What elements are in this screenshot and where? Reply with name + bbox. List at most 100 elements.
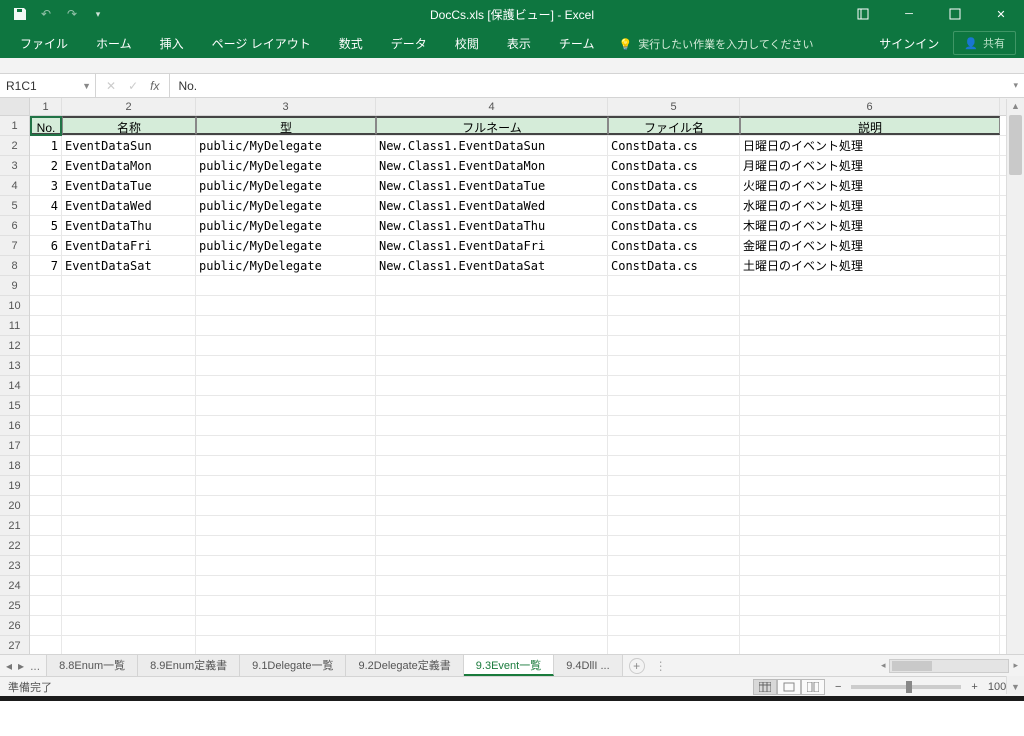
row-header[interactable]: 8 — [0, 256, 29, 276]
zoom-in-button[interactable]: + — [971, 681, 977, 693]
row-header[interactable]: 11 — [0, 316, 29, 336]
cell[interactable] — [376, 576, 608, 595]
cell[interactable]: New.Class1.EventDataTue — [376, 176, 608, 195]
cell[interactable]: EventDataThu — [62, 216, 196, 235]
zoom-out-button[interactable]: − — [835, 681, 841, 693]
name-box[interactable]: R1C1 ▼ — [0, 74, 96, 97]
cell[interactable] — [30, 436, 62, 455]
cell[interactable]: New.Class1.EventDataSun — [376, 136, 608, 155]
cell[interactable] — [196, 496, 376, 515]
row-header[interactable]: 1 — [0, 116, 29, 136]
cell[interactable] — [30, 416, 62, 435]
cell[interactable] — [30, 336, 62, 355]
row-header[interactable]: 20 — [0, 496, 29, 516]
ribbon-tab-2[interactable]: 挿入 — [146, 29, 198, 58]
cell[interactable] — [740, 296, 1000, 315]
cell[interactable] — [740, 636, 1000, 654]
sheet-tab[interactable]: 9.2Delegate定義書 — [346, 655, 463, 676]
cell[interactable]: 2 — [30, 156, 62, 175]
cell[interactable] — [376, 636, 608, 654]
cell[interactable] — [62, 476, 196, 495]
share-button[interactable]: 👤 共有 — [953, 31, 1016, 55]
table-header-cell[interactable]: ファイル名 — [608, 116, 740, 135]
cell[interactable]: public/MyDelegate — [196, 256, 376, 275]
cell[interactable] — [62, 596, 196, 615]
cell[interactable] — [376, 536, 608, 555]
sheet-tab[interactable]: 8.8Enum一覧 — [47, 655, 138, 676]
row-header[interactable]: 26 — [0, 616, 29, 636]
table-header-cell[interactable]: 説明 — [740, 116, 1000, 135]
cell[interactable] — [62, 416, 196, 435]
cell[interactable] — [30, 276, 62, 295]
cell[interactable] — [196, 616, 376, 635]
cell[interactable] — [608, 376, 740, 395]
cell[interactable] — [30, 556, 62, 575]
row-header[interactable]: 23 — [0, 556, 29, 576]
cell[interactable]: public/MyDelegate — [196, 156, 376, 175]
row-header[interactable]: 25 — [0, 596, 29, 616]
ribbon-tab-4[interactable]: 数式 — [325, 29, 377, 58]
cell[interactable] — [740, 316, 1000, 335]
cell[interactable]: ConstData.cs — [608, 136, 740, 155]
cell[interactable] — [740, 436, 1000, 455]
col-header[interactable]: 3 — [196, 98, 376, 115]
cell[interactable]: 月曜日のイベント処理 — [740, 156, 1000, 175]
row-header[interactable]: 15 — [0, 396, 29, 416]
cell[interactable] — [62, 296, 196, 315]
cell[interactable] — [740, 276, 1000, 295]
row-header[interactable]: 18 — [0, 456, 29, 476]
cell[interactable] — [608, 276, 740, 295]
row-header[interactable]: 3 — [0, 156, 29, 176]
sheet-nav-next-icon[interactable]: ▸ — [18, 659, 24, 673]
cell[interactable]: New.Class1.EventDataMon — [376, 156, 608, 175]
sheet-nav-ellipsis[interactable]: ... — [30, 659, 40, 673]
cell[interactable]: 火曜日のイベント処理 — [740, 176, 1000, 195]
cell[interactable]: EventDataSun — [62, 136, 196, 155]
undo-icon[interactable]: ↶ — [38, 6, 54, 22]
row-header[interactable]: 19 — [0, 476, 29, 496]
cell[interactable] — [196, 436, 376, 455]
cell[interactable] — [196, 476, 376, 495]
cell[interactable]: 4 — [30, 196, 62, 215]
cell[interactable] — [740, 336, 1000, 355]
cell[interactable] — [608, 396, 740, 415]
ribbon-tab-7[interactable]: 表示 — [493, 29, 545, 58]
table-header-cell[interactable]: 名称 — [62, 116, 196, 135]
cell[interactable] — [196, 596, 376, 615]
cell[interactable] — [608, 416, 740, 435]
row-header[interactable]: 6 — [0, 216, 29, 236]
ribbon-tab-6[interactable]: 校閲 — [441, 29, 493, 58]
cell[interactable]: EventDataMon — [62, 156, 196, 175]
col-header[interactable]: 4 — [376, 98, 608, 115]
scroll-up-icon[interactable]: ▲ — [1007, 99, 1024, 111]
cell[interactable]: ConstData.cs — [608, 216, 740, 235]
worksheet-grid[interactable]: 1234567891011121314151617181920212223242… — [0, 98, 1024, 654]
ribbon-tab-0[interactable]: ファイル — [6, 29, 82, 58]
cell[interactable] — [376, 336, 608, 355]
cell[interactable] — [376, 436, 608, 455]
cell[interactable] — [196, 336, 376, 355]
cell[interactable] — [608, 456, 740, 475]
col-header[interactable]: 6 — [740, 98, 1000, 115]
cell[interactable] — [376, 516, 608, 535]
hscroll-right-icon[interactable]: ▸ — [1013, 660, 1018, 671]
cell[interactable]: 土曜日のイベント処理 — [740, 256, 1000, 275]
cell[interactable] — [30, 476, 62, 495]
ribbon-tab-8[interactable]: チーム — [545, 29, 609, 58]
cell[interactable] — [62, 436, 196, 455]
cell[interactable] — [608, 296, 740, 315]
cell[interactable] — [30, 296, 62, 315]
col-header[interactable]: 1 — [30, 98, 62, 115]
cell[interactable] — [376, 416, 608, 435]
cell[interactable] — [608, 616, 740, 635]
cell[interactable]: 木曜日のイベント処理 — [740, 216, 1000, 235]
cell[interactable] — [62, 556, 196, 575]
cell[interactable] — [608, 316, 740, 335]
cell[interactable] — [30, 596, 62, 615]
cell[interactable] — [196, 416, 376, 435]
minimize-button[interactable]: ─ — [886, 0, 932, 28]
row-header[interactable]: 14 — [0, 376, 29, 396]
cell[interactable] — [608, 516, 740, 535]
cell[interactable]: ConstData.cs — [608, 256, 740, 275]
cell[interactable] — [740, 396, 1000, 415]
